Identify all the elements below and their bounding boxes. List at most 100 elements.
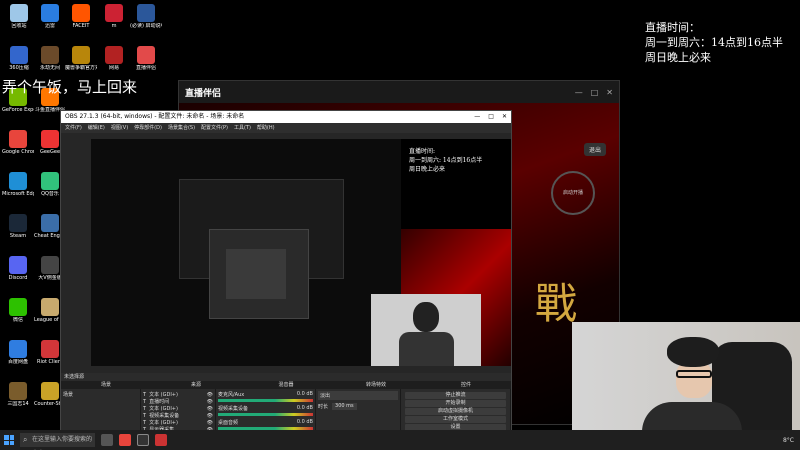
exit-button[interactable]: 退出 <box>584 143 607 156</box>
desktop-icon-label: Google Chrome <box>2 149 34 155</box>
desktop-app-icon[interactable]: 魔兽争霸官方对战平台 <box>65 46 97 71</box>
obs-menu-item[interactable]: 工具(T) <box>234 123 251 133</box>
visibility-icon[interactable]: 👁 <box>207 392 213 398</box>
mixer-level: 0.0 dB <box>296 419 313 425</box>
source-item[interactable]: T 直播时间 👁 <box>143 398 213 406</box>
desktop-app-icon[interactable]: Google Chrome <box>2 130 34 155</box>
desktop-icon-label: 回收站 <box>11 23 27 29</box>
text-source-icon: T <box>143 419 147 426</box>
source-item[interactable]: T 视频采集设备 👁 <box>143 412 213 420</box>
desktop-icon-label: m <box>111 23 117 29</box>
source-item[interactable]: T 文本 (GDI+) 👁 <box>143 419 213 427</box>
app-icon <box>41 382 59 400</box>
minimize-icon[interactable]: — <box>474 111 480 123</box>
desktop-app-icon[interactable]: m <box>98 4 130 29</box>
app-icon <box>9 172 27 190</box>
start-icon[interactable] <box>4 435 14 445</box>
desktop-app-icon[interactable]: Steam <box>2 214 34 239</box>
close-icon[interactable]: ✕ <box>606 88 613 97</box>
start-live-button[interactable]: 启动开播 <box>551 171 595 215</box>
obs-window[interactable]: OBS 27.1.3 (64-bit, windows) - 配置文件: 未命名… <box>60 110 512 450</box>
dock-titlebar: 场景 来源 混音器 转场特效 控件 <box>61 381 511 389</box>
desktop-icon-label: FACEIT <box>72 23 90 29</box>
desktop-app-icon[interactable]: FACEIT <box>65 4 97 29</box>
desktop-icon-label: GeForce Experience <box>2 107 34 113</box>
control-button[interactable]: 启动虚拟摄像机 <box>405 408 506 415</box>
chrome-icon[interactable] <box>119 434 131 446</box>
desktop-icon-label: 迅雷 <box>44 23 55 29</box>
stream-schedule-overlay: 直播时间： 周一到周六：14点到16点半 周日晚上必来 <box>645 20 800 65</box>
desktop-app-icon[interactable]: 网易 <box>98 46 130 71</box>
obs-menu-item[interactable]: 视图(V) <box>111 123 128 133</box>
schedule-line: 直播时间： <box>645 21 700 34</box>
taskbar-search[interactable]: 在这里输入你要搜索的内容 <box>20 433 95 447</box>
desktop-app-icon[interactable]: 回收站 <box>3 4 35 29</box>
maximize-icon[interactable]: □ <box>591 88 599 97</box>
obs-menubar: 文件(F) 编辑(E) 视图(V) 停靠部件(D) 场景集合(S) 配置文件(P) 工具(T… <box>61 123 511 133</box>
obs-menu-item[interactable]: 配置文件(P) <box>201 123 228 133</box>
mixer-level: 0.0 dB <box>296 405 313 411</box>
app-icon <box>10 4 28 22</box>
app-icon <box>9 130 27 148</box>
mixer-channel[interactable]: 桌面音频 0.0 dB <box>218 419 313 430</box>
desktop-icon-label: 360压缩 <box>9 65 29 71</box>
source-label: 视频采集设备 <box>149 413 180 419</box>
desktop-app-icon[interactable]: (必读) 启动说明 <box>130 4 162 29</box>
obs-preview[interactable]: 直播时间: 周一到周六: 14点到16点半 周日晚上必来 <box>91 139 511 366</box>
obs-menu-item[interactable]: 场景集合(S) <box>168 123 195 133</box>
source-item[interactable]: T 文本 (GDI+) 👁 <box>143 391 213 399</box>
companion-icon[interactable] <box>155 434 167 446</box>
scene-item[interactable]: 场景 <box>63 391 138 398</box>
desktop-app-icon[interactable]: 三国志14 <box>2 382 34 407</box>
companion-titlebar[interactable]: 直播伴侣 — □ ✕ <box>179 81 619 103</box>
app-icon <box>137 46 155 64</box>
source-label: 直播时间 <box>149 399 170 405</box>
close-icon[interactable]: ✕ <box>502 111 507 123</box>
desktop-icon-label: Microsoft Edge <box>2 191 34 197</box>
obs-menu-item[interactable]: 帮助(H) <box>257 123 275 133</box>
source-label: 文本 (GDI+) <box>149 392 178 398</box>
source-item[interactable]: T 文本 (GDI+) 👁 <box>143 405 213 413</box>
visibility-icon[interactable]: 👁 <box>207 413 213 419</box>
desktop-icon-label: Discord <box>8 275 28 281</box>
obs-menu-item[interactable]: 文件(F) <box>65 123 82 133</box>
app-icon <box>9 340 27 358</box>
mixer-channel[interactable]: 视频采集设备 0.0 dB <box>218 405 313 416</box>
obs-menu-item[interactable]: 编辑(E) <box>88 123 105 133</box>
control-button[interactable]: 停止推流 <box>405 392 506 399</box>
duration-input[interactable]: 300 ms <box>332 403 357 410</box>
desktop-app-icon[interactable]: Microsoft Edge <box>2 172 34 197</box>
control-button[interactable]: 工作室模式 <box>405 416 506 423</box>
desktop-app-icon[interactable]: 360压缩 <box>3 46 35 71</box>
app-icon <box>72 46 90 64</box>
nested-recursive-preview <box>226 249 286 299</box>
desktop-app-icon[interactable]: 百度网盘 <box>2 340 34 365</box>
obs-icon[interactable] <box>137 434 149 446</box>
visibility-icon[interactable]: 👁 <box>207 420 213 426</box>
desktop-app-icon[interactable]: 迅雷 <box>34 4 66 29</box>
obs-title: OBS 27.1.3 (64-bit, windows) - 配置文件: 未命名… <box>65 113 245 120</box>
desktop-app-icon[interactable]: 直播伴侣 <box>130 46 162 71</box>
task-view-icon[interactable] <box>101 434 113 446</box>
dock-title: 场景 <box>100 382 111 388</box>
obs-titlebar[interactable]: OBS 27.1.3 (64-bit, windows) - 配置文件: 未命名… <box>61 111 511 123</box>
control-button[interactable]: 开始录制 <box>405 400 506 407</box>
desktop-app-icon[interactable]: Discord <box>2 256 34 281</box>
app-icon <box>41 46 59 64</box>
transition-select[interactable]: 淡出 <box>318 391 398 400</box>
volume-meter[interactable] <box>218 399 313 402</box>
volume-meter[interactable] <box>218 413 313 416</box>
desktop-app-icon[interactable]: 微信 <box>2 298 34 323</box>
desktop-app-icon[interactable]: 永劫无间 <box>34 46 66 71</box>
minimize-icon[interactable]: — <box>575 88 583 97</box>
text-source-icon: T <box>143 391 147 398</box>
app-icon <box>41 214 59 232</box>
app-icon <box>105 46 123 64</box>
mixer-channel[interactable]: 麦克风/Aux 0.0 dB <box>218 391 313 402</box>
obs-menu-item[interactable]: 停靠部件(D) <box>134 123 162 133</box>
visibility-icon[interactable]: 👁 <box>207 406 213 412</box>
maximize-icon[interactable]: □ <box>488 111 494 123</box>
weather-tray[interactable]: 8°C <box>783 437 800 444</box>
visibility-icon[interactable]: 👁 <box>207 399 213 405</box>
app-icon <box>9 256 27 274</box>
